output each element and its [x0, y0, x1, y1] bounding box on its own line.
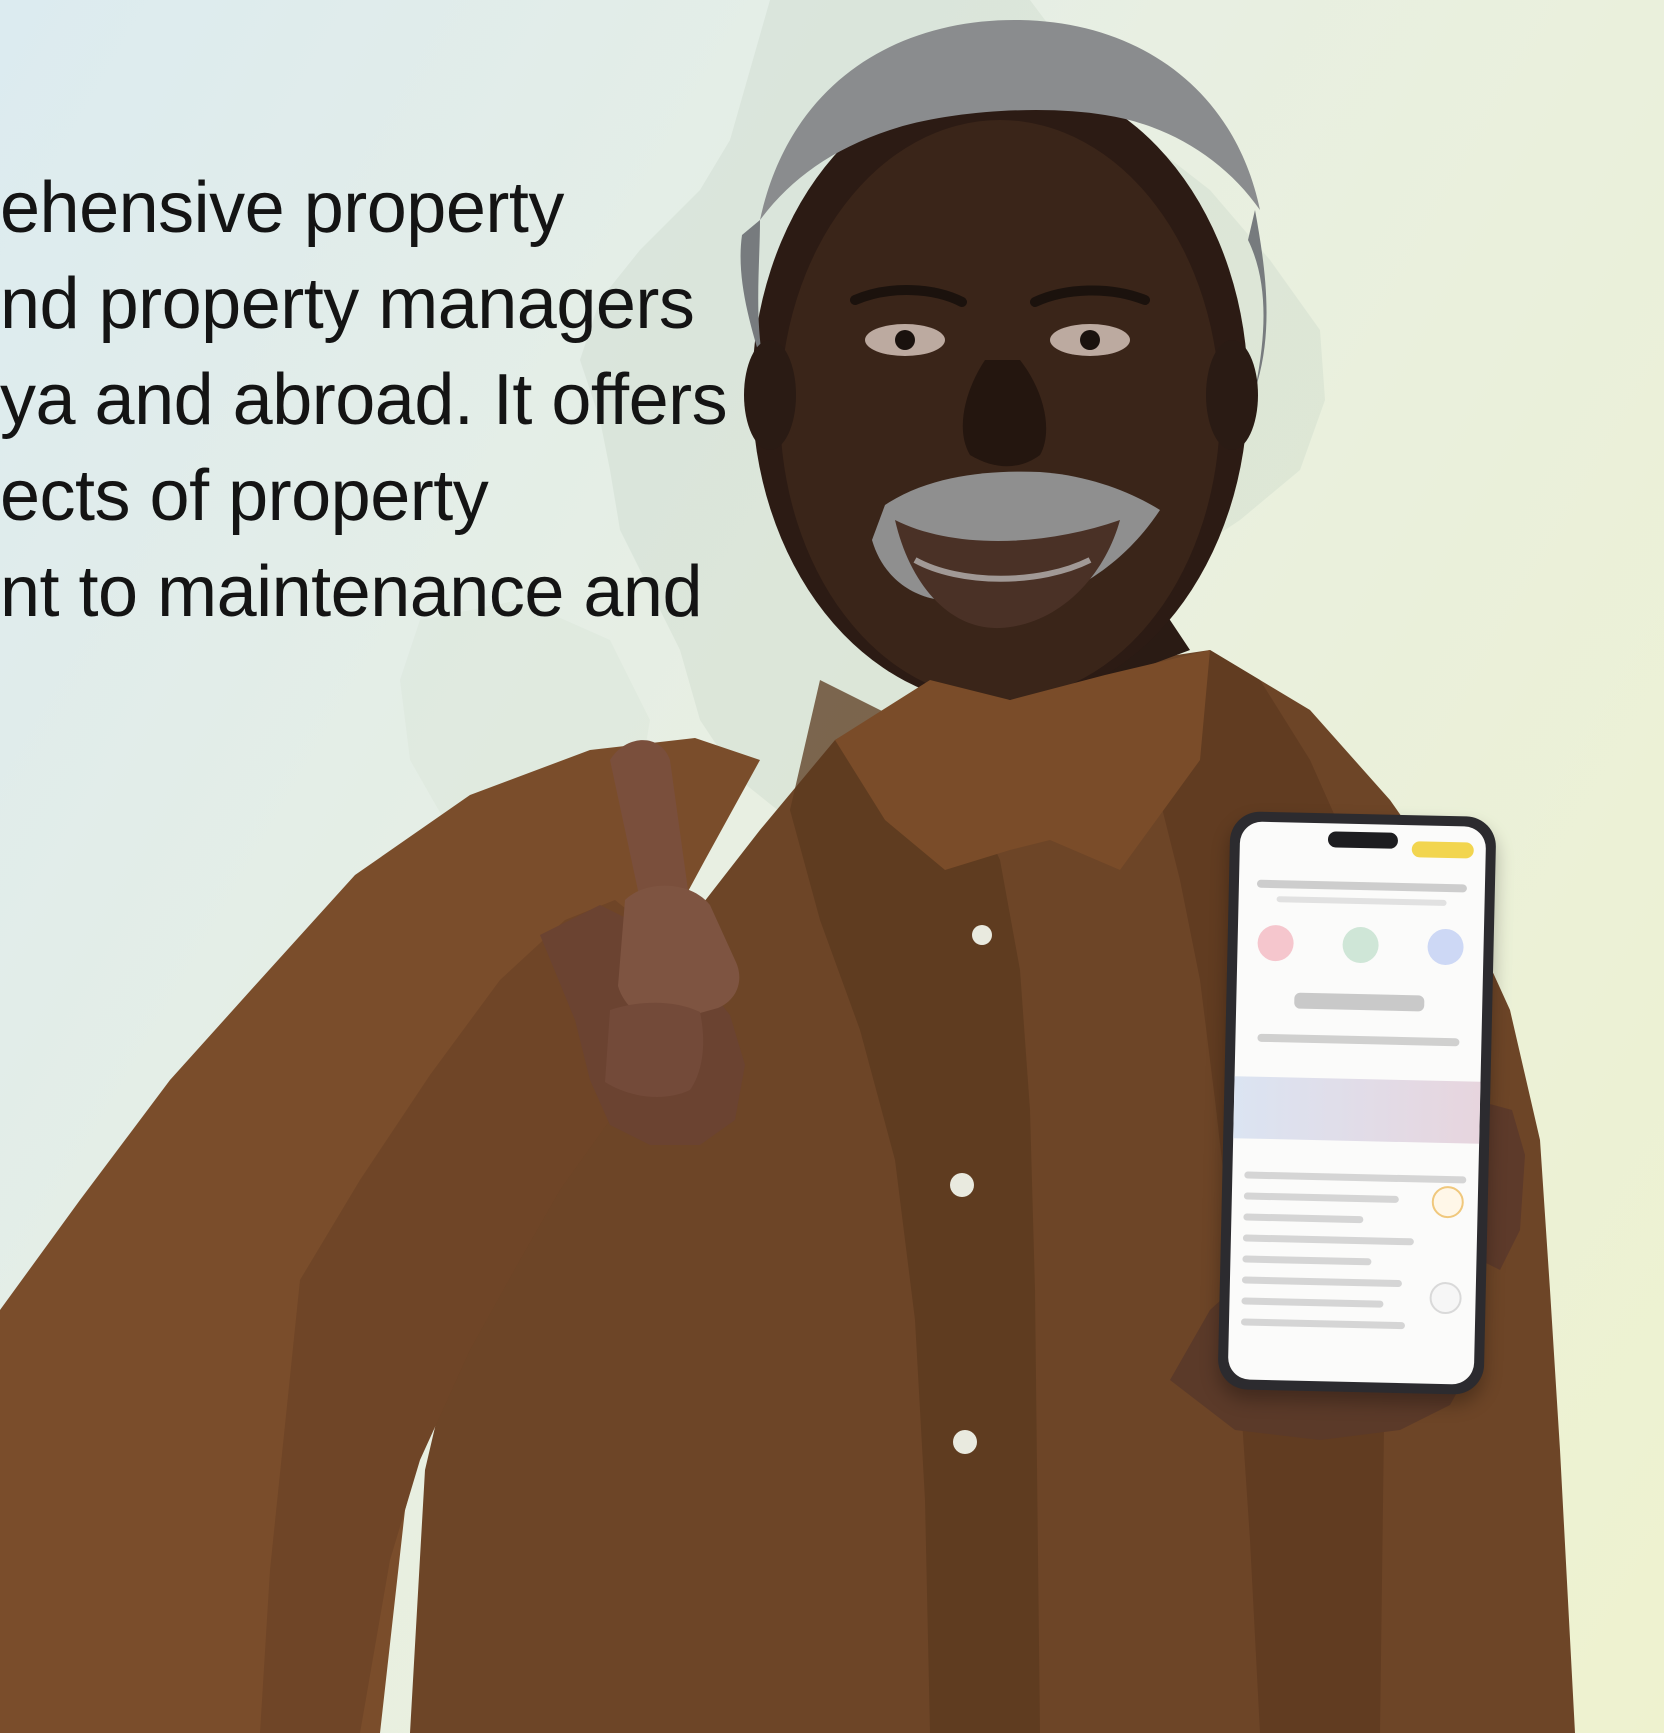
phone-app-icon: [1342, 926, 1379, 964]
phone-progress-ring: [1429, 1281, 1462, 1315]
phone-amount-placeholder: [1294, 992, 1425, 1012]
promo-line: ehensive property: [0, 168, 564, 248]
phone-list-line: [1240, 1318, 1406, 1330]
phone: [1217, 811, 1497, 1395]
phone-list-line: [1241, 1276, 1402, 1288]
phone-progress-ring: [1431, 1185, 1465, 1219]
phone-icon-row: [1257, 924, 1464, 975]
promo-copy: ehensive property nd property managers y…: [0, 160, 760, 640]
phone-list-line: [1244, 1171, 1467, 1184]
phone-list-line: [1242, 1234, 1414, 1246]
phone-title-placeholder: [1256, 879, 1467, 893]
phone-app-icon: [1257, 924, 1295, 962]
phone-app-icon: [1427, 928, 1464, 966]
promo-page: ehensive property nd property managers y…: [0, 0, 1664, 1733]
phone-summary-row: [1257, 1033, 1460, 1047]
promo-line: nd property managers: [0, 264, 695, 344]
phone-screen: [1227, 821, 1487, 1385]
phone-list-line: [1243, 1213, 1364, 1224]
phone-list: [1240, 1157, 1467, 1360]
phone-banner: [1233, 1076, 1481, 1144]
promo-line: nt to maintenance and: [0, 552, 703, 632]
promo-line: ya and abroad. It offers: [0, 360, 728, 440]
phone-list-line: [1241, 1297, 1384, 1308]
phone-list-line: [1242, 1255, 1372, 1266]
phone-subtitle-placeholder: [1276, 896, 1447, 906]
promo-line: ects of property: [0, 456, 489, 536]
phone-notch: [1327, 831, 1399, 849]
phone-list-line: [1243, 1192, 1400, 1203]
phone-status-pill: [1411, 841, 1474, 859]
